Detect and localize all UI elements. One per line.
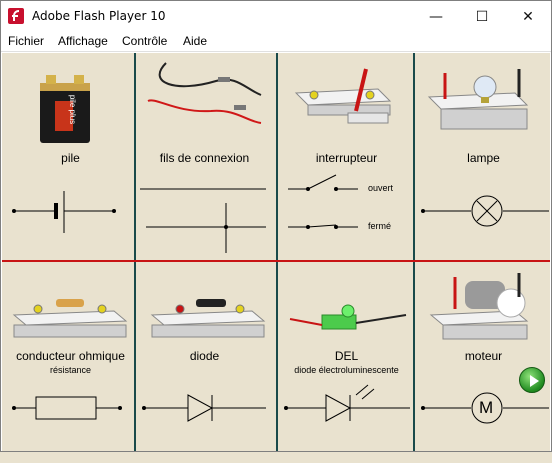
component-fils[interactable]: fils de connexion	[136, 53, 273, 253]
component-sublabel: diode électroluminescente	[294, 365, 399, 375]
menu-fichier[interactable]: Fichier	[8, 34, 44, 48]
component-moteur[interactable]: M moteur	[415, 263, 552, 463]
component-label: lampe	[467, 151, 500, 165]
menu-affichage[interactable]: Affichage	[58, 34, 108, 48]
close-button[interactable]: ✕	[505, 1, 551, 32]
row-divider	[2, 260, 550, 262]
next-button[interactable]	[519, 367, 545, 393]
motor-symbol-letter: M	[479, 398, 494, 417]
menu-controle[interactable]: Contrôle	[122, 34, 167, 48]
component-label: fils de connexion	[159, 151, 250, 165]
component-label: diode	[189, 349, 220, 363]
flash-icon	[8, 8, 24, 24]
maximize-button[interactable]: ☐	[459, 1, 505, 32]
menubar: Fichier Affichage Contrôle Aide	[1, 32, 551, 52]
component-resistance[interactable]: conducteur ohmique résistance	[2, 263, 139, 463]
switch-open-label: ouvert	[368, 183, 394, 193]
flash-player-window: Adobe Flash Player 10 — ☐ ✕ Fichier Affi…	[0, 0, 552, 452]
minimize-button[interactable]: —	[413, 1, 459, 32]
component-label: pile	[61, 151, 80, 165]
component-label: conducteur ohmique	[16, 349, 125, 363]
component-label: DEL	[334, 349, 359, 363]
component-pile[interactable]: pile plus pile	[2, 53, 139, 253]
flash-stage: pile plus pile fils de connexion ouvert …	[2, 53, 550, 451]
switch-closed-label: fermé	[368, 221, 392, 231]
battery-brand-text: pile plus	[68, 94, 78, 125]
component-label: moteur	[464, 349, 503, 363]
next-arrow-icon	[530, 375, 539, 387]
component-interrupteur[interactable]: ouvert fermé interrupteur	[278, 53, 415, 253]
component-label: interrupteur	[315, 151, 378, 165]
window-title: Adobe Flash Player 10	[32, 9, 166, 23]
component-del[interactable]: DEL diode électroluminescente	[278, 263, 415, 463]
menu-aide[interactable]: Aide	[183, 34, 207, 48]
titlebar: Adobe Flash Player 10 — ☐ ✕	[1, 1, 551, 32]
component-sublabel: résistance	[49, 365, 92, 375]
component-lampe[interactable]: lampe	[415, 53, 552, 253]
component-diode[interactable]: diode	[136, 263, 273, 463]
